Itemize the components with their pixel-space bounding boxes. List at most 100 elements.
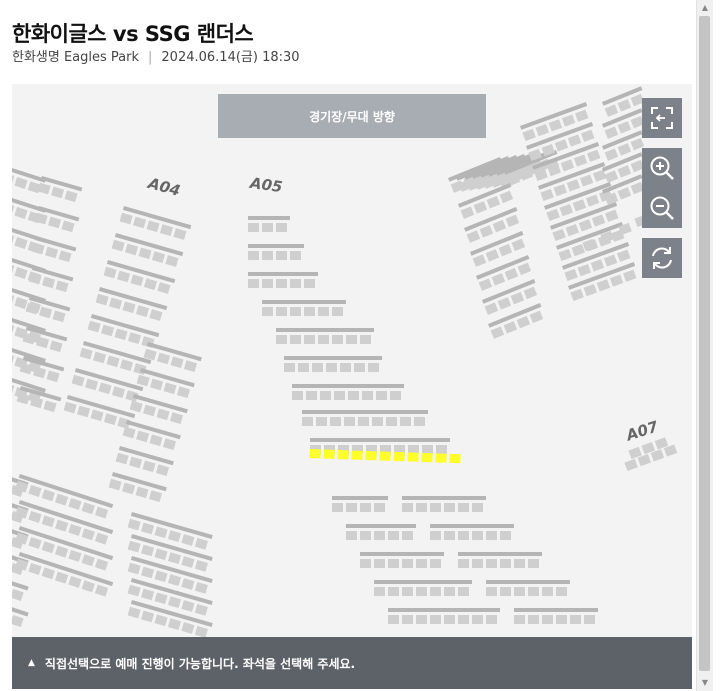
seat[interactable]: [55, 493, 69, 506]
seat[interactable]: [248, 279, 259, 288]
seat[interactable]: [262, 251, 273, 260]
seat[interactable]: [68, 523, 82, 536]
seat[interactable]: [553, 184, 567, 197]
seat[interactable]: [510, 291, 525, 305]
seat[interactable]: [12, 382, 15, 395]
seat[interactable]: [41, 541, 55, 554]
seat[interactable]: [472, 559, 483, 568]
seat[interactable]: [129, 456, 143, 469]
seat[interactable]: [362, 391, 373, 400]
seat[interactable]: [165, 255, 179, 267]
seat[interactable]: [12, 172, 15, 185]
seat[interactable]: [458, 503, 469, 512]
seat[interactable]: [95, 293, 109, 306]
seat[interactable]: [556, 615, 567, 624]
seat[interactable]: [154, 548, 168, 561]
seat[interactable]: [529, 310, 544, 324]
seat[interactable]: [115, 452, 129, 465]
seat[interactable]: [334, 391, 345, 400]
seat[interactable]: [93, 351, 107, 364]
seat[interactable]: [466, 230, 481, 243]
seat[interactable]: [528, 559, 539, 568]
seat-row[interactable]: [402, 496, 486, 512]
seat[interactable]: [136, 374, 150, 387]
seat[interactable]: [472, 503, 483, 512]
seat[interactable]: [28, 562, 42, 575]
seat[interactable]: [402, 587, 413, 596]
seat[interactable]: [583, 284, 597, 297]
seat[interactable]: [181, 578, 195, 590]
seat[interactable]: [154, 526, 168, 539]
seat[interactable]: [159, 224, 174, 236]
seat[interactable]: [141, 544, 155, 557]
seat[interactable]: [318, 335, 329, 344]
scroll-thumb[interactable]: [699, 16, 710, 671]
seat[interactable]: [290, 307, 301, 316]
seat[interactable]: [316, 417, 327, 426]
seat[interactable]: [486, 195, 501, 209]
seat[interactable]: [444, 615, 455, 624]
seat[interactable]: [94, 584, 109, 597]
seat[interactable]: [318, 307, 329, 316]
seat[interactable]: [528, 615, 539, 624]
seat[interactable]: [127, 332, 142, 344]
seat[interactable]: [14, 206, 28, 219]
seat[interactable]: [505, 214, 520, 228]
selected-seat[interactable]: [365, 450, 377, 461]
seat[interactable]: [103, 266, 117, 279]
selection-notice-bar[interactable]: ▲ 직접선택으로 예매 진행이 가능합니다. 좌석을 선택해 주세요.: [12, 637, 692, 689]
seat[interactable]: [28, 510, 42, 523]
seat-row[interactable]: [108, 472, 167, 503]
seat[interactable]: [55, 280, 69, 293]
seat[interactable]: [141, 588, 155, 601]
seat[interactable]: [119, 212, 133, 225]
seat[interactable]: [111, 386, 126, 398]
scroll-down-arrow-icon[interactable]: ▼: [697, 677, 713, 689]
seat[interactable]: [304, 335, 315, 344]
seat[interactable]: [472, 531, 483, 540]
seat[interactable]: [554, 139, 569, 152]
seat[interactable]: [388, 559, 399, 568]
seat[interactable]: [558, 248, 572, 262]
seat[interactable]: [101, 324, 115, 337]
seat[interactable]: [12, 202, 15, 215]
seat[interactable]: [552, 228, 566, 242]
seat[interactable]: [514, 587, 525, 596]
seat[interactable]: [68, 497, 82, 510]
seat-row[interactable]: [284, 356, 382, 372]
seat[interactable]: [360, 503, 371, 512]
seat[interactable]: [422, 445, 433, 454]
seat[interactable]: [472, 254, 487, 267]
seat[interactable]: [42, 276, 56, 289]
selected-seat[interactable]: [407, 452, 419, 462]
seat-blocks[interactable]: [12, 84, 692, 637]
seat[interactable]: [114, 328, 128, 341]
seat[interactable]: [142, 460, 156, 473]
seat[interactable]: [346, 335, 357, 344]
seat[interactable]: [169, 412, 184, 424]
seat[interactable]: [584, 615, 595, 624]
seat[interactable]: [81, 554, 95, 567]
seat[interactable]: [304, 279, 315, 288]
seat-row[interactable]: [15, 552, 114, 598]
seat[interactable]: [181, 622, 195, 634]
seat[interactable]: [604, 126, 619, 139]
seat-row[interactable]: [63, 395, 136, 430]
seat[interactable]: [624, 458, 638, 472]
seat[interactable]: [458, 531, 469, 540]
seat[interactable]: [194, 538, 208, 550]
seat[interactable]: [358, 417, 369, 426]
seat[interactable]: [402, 503, 413, 512]
seat[interactable]: [416, 559, 427, 568]
seat[interactable]: [458, 559, 469, 568]
seat[interactable]: [430, 615, 441, 624]
seat[interactable]: [332, 503, 343, 512]
seat[interactable]: [12, 232, 15, 245]
seat[interactable]: [122, 482, 136, 495]
seat[interactable]: [430, 587, 441, 596]
seat[interactable]: [81, 502, 95, 515]
seat[interactable]: [556, 587, 567, 596]
seat[interactable]: [504, 267, 519, 281]
seat[interactable]: [603, 254, 618, 267]
seat[interactable]: [49, 340, 63, 353]
